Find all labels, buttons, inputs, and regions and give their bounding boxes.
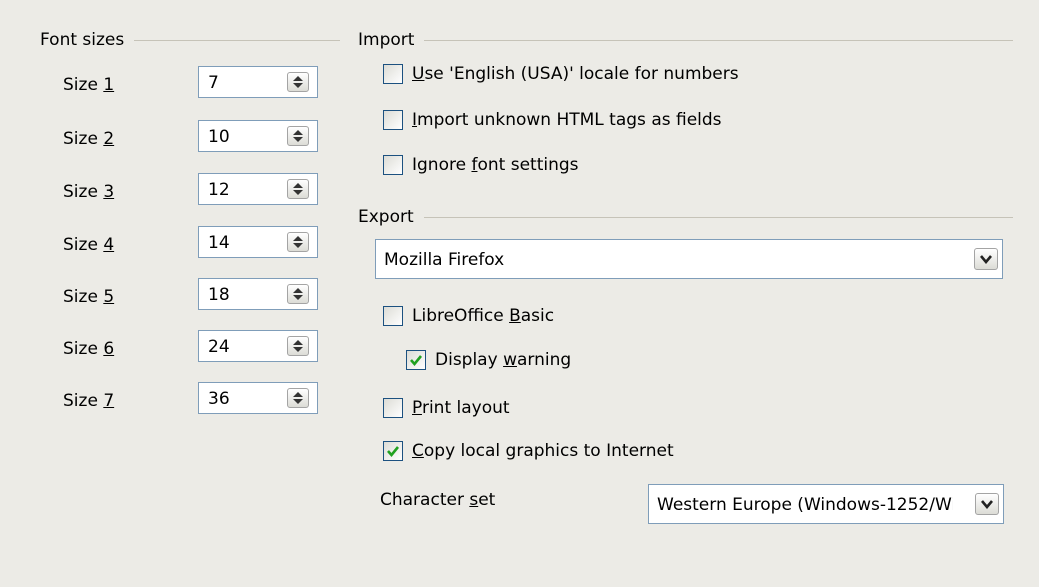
checkmark-icon[interactable] — [383, 441, 403, 461]
spin-updown-icon[interactable] — [287, 179, 309, 199]
character-set-value: Western Europe (Windows-1252/WinLatin 1) — [657, 495, 953, 515]
size-3-label: Size 3 — [63, 182, 115, 202]
size-1-spinbox[interactable]: 7 — [198, 66, 318, 98]
font-sizes-heading: Font sizes — [40, 30, 125, 50]
size-3-spinbox[interactable]: 12 — [198, 173, 318, 205]
chevron-down-icon[interactable] — [975, 493, 999, 515]
size-7-label: Size 7 — [63, 391, 115, 411]
ignore-font-settings-checkbox[interactable]: Ignore font settings — [383, 155, 579, 175]
checkmark-icon[interactable] — [406, 350, 426, 370]
ignore-font-settings-label: Ignore font settings — [412, 155, 579, 175]
size-7-value[interactable]: 36 — [208, 389, 230, 409]
spin-updown-icon[interactable] — [287, 72, 309, 92]
print-layout-label: Print layout — [412, 398, 510, 418]
size-5-spinbox[interactable]: 18 — [198, 278, 318, 310]
copy-local-graphics-label: Copy local graphics to Internet — [412, 441, 674, 461]
spin-updown-icon[interactable] — [287, 126, 309, 146]
use-english-locale-checkbox[interactable]: Use 'English (USA)' locale for numbers — [383, 64, 739, 84]
checkbox-unchecked-icon[interactable] — [383, 306, 403, 326]
import-unknown-tags-label: Import unknown HTML tags as fields — [412, 110, 722, 130]
size-4-value[interactable]: 14 — [208, 233, 230, 253]
import-heading: Import — [358, 30, 415, 50]
display-warning-checkbox[interactable]: Display warning — [406, 350, 571, 370]
size-2-value[interactable]: 10 — [208, 127, 230, 147]
size-6-label: Size 6 — [63, 339, 115, 359]
import-section-header: Import — [358, 30, 1013, 50]
display-warning-label: Display warning — [435, 350, 572, 370]
libreoffice-basic-label: LibreOffice Basic — [412, 306, 555, 326]
size-4-label: Size 4 — [63, 235, 115, 255]
export-section-header: Export — [358, 207, 1013, 227]
checkbox-unchecked-icon[interactable] — [383, 64, 403, 84]
spin-updown-icon[interactable] — [287, 232, 309, 252]
size-4-spinbox[interactable]: 14 — [198, 226, 318, 258]
size-6-spinbox[interactable]: 24 — [198, 330, 318, 362]
spin-updown-icon[interactable] — [287, 388, 309, 408]
chevron-down-icon[interactable] — [974, 248, 998, 270]
export-browser-value: Mozilla Firefox — [384, 250, 505, 270]
spin-updown-icon[interactable] — [287, 336, 309, 356]
character-set-label: Character set — [380, 490, 496, 510]
size-3-value[interactable]: 12 — [208, 180, 230, 200]
export-divider — [423, 216, 1013, 218]
font-sizes-divider — [134, 39, 340, 41]
spin-updown-icon[interactable] — [287, 284, 309, 304]
checkbox-unchecked-icon[interactable] — [383, 398, 403, 418]
size-6-value[interactable]: 24 — [208, 337, 230, 357]
export-browser-dropdown[interactable]: Mozilla Firefox — [375, 239, 1003, 279]
size-7-spinbox[interactable]: 36 — [198, 382, 318, 414]
use-english-locale-label: Use 'English (USA)' locale for numbers — [412, 64, 739, 84]
size-1-value[interactable]: 7 — [208, 73, 219, 93]
size-5-label: Size 5 — [63, 287, 115, 307]
print-layout-checkbox[interactable]: Print layout — [383, 398, 510, 418]
copy-local-graphics-checkbox[interactable]: Copy local graphics to Internet — [383, 441, 674, 461]
checkbox-unchecked-icon[interactable] — [383, 110, 403, 130]
libreoffice-basic-checkbox[interactable]: LibreOffice Basic — [383, 306, 554, 326]
size-5-value[interactable]: 18 — [208, 285, 230, 305]
size-2-label: Size 2 — [63, 129, 115, 149]
import-unknown-tags-checkbox[interactable]: Import unknown HTML tags as fields — [383, 110, 722, 130]
size-2-spinbox[interactable]: 10 — [198, 120, 318, 152]
font-sizes-section-header: Font sizes — [40, 30, 340, 50]
size-1-label: Size 1 — [63, 75, 115, 95]
export-heading: Export — [358, 207, 414, 227]
import-divider — [424, 39, 1013, 41]
html-options-panel: Font sizes Size 1 7 Size 2 10 Size 3 12 … — [8, 6, 1032, 582]
character-set-dropdown[interactable]: Western Europe (Windows-1252/WinLatin 1) — [648, 484, 1004, 524]
checkbox-unchecked-icon[interactable] — [383, 155, 403, 175]
